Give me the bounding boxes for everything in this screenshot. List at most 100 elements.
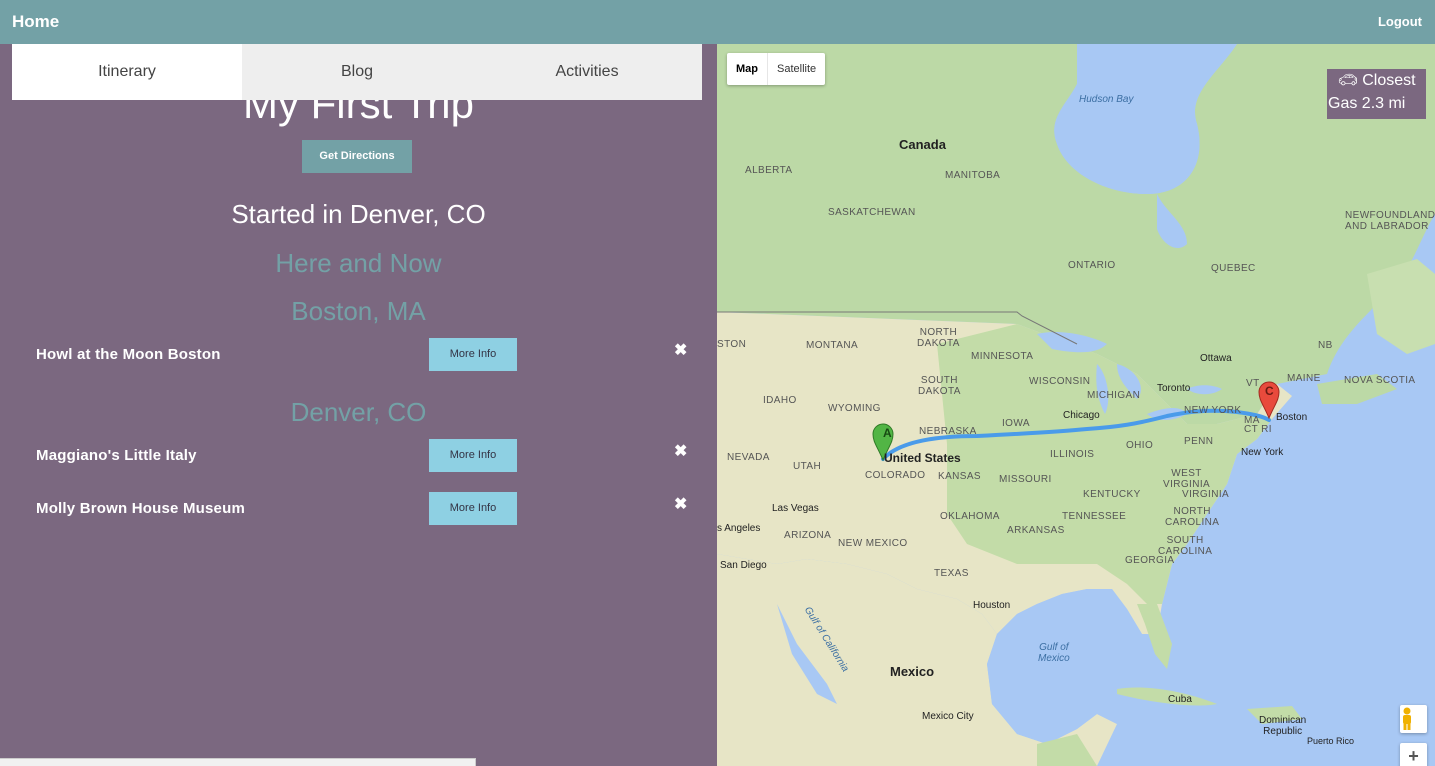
list-item: Maggiano's Little Italy More Info ✖: [0, 439, 717, 473]
map-label: WEST VIRGINIA: [1163, 468, 1211, 490]
city-heading-boston: Boston, MA: [291, 296, 426, 326]
map-label: VT: [1246, 378, 1260, 389]
map-label: NORTH CAROLINA: [1165, 506, 1220, 528]
get-directions-button[interactable]: Get Directions: [302, 140, 412, 173]
map-label: Las Vegas: [772, 503, 819, 514]
map-label: Mexico City: [922, 711, 974, 722]
map-label: MANITOBA: [945, 170, 1001, 181]
map-label: TENNESSEE: [1062, 511, 1127, 522]
map-label: QUEBEC: [1211, 263, 1256, 274]
tab-itinerary[interactable]: Itinerary: [12, 44, 242, 100]
map-label: ARKANSAS: [1007, 525, 1065, 536]
map-type-control: Map Satellite: [727, 53, 826, 85]
status-bar: [0, 758, 476, 766]
map-label: ILLINOIS: [1050, 449, 1095, 460]
map-label: COLORADO: [865, 470, 926, 481]
map-label: Boston: [1276, 412, 1308, 423]
map-label: SOUTH CAROLINA: [1158, 535, 1213, 557]
map-label: NEW YORK: [1184, 405, 1242, 416]
tab-blog[interactable]: Blog: [242, 44, 472, 100]
map-label: CT RI: [1244, 424, 1272, 435]
map-label: NEW MEXICO: [838, 538, 908, 549]
tab-activities[interactable]: Activities: [472, 44, 702, 100]
map-label: MISSOURI: [999, 474, 1052, 485]
map-label: TEXAS: [934, 568, 969, 579]
street-view-pegman-icon[interactable]: [1400, 705, 1427, 733]
map-label: WYOMING: [828, 403, 881, 414]
activity-name: Maggiano's Little Italy: [36, 447, 197, 464]
here-and-now-heading: Here and Now: [275, 248, 442, 278]
map-label: ARIZONA: [784, 530, 832, 541]
map-label: NORTH DAKOTA: [917, 327, 960, 349]
map-label: WISCONSIN: [1029, 376, 1091, 387]
city-heading-denver: Denver, CO: [290, 397, 427, 427]
map-label: Gulf of Mexico: [1038, 642, 1070, 664]
map-label: NEBRASKA: [919, 426, 977, 437]
map-label: Canada: [899, 137, 946, 152]
remove-icon[interactable]: ✖: [674, 340, 687, 360]
map-label: MINNESOTA: [971, 351, 1034, 362]
map-label: AND LABRADOR: [1345, 221, 1429, 232]
map-label: SOUTH DAKOTA: [918, 375, 961, 397]
map-label: IDAHO: [763, 395, 797, 406]
map-label: ONTARIO: [1068, 260, 1116, 271]
map-label: Toronto: [1157, 383, 1191, 394]
gas-distance: Gas 2.3 mi: [1328, 95, 1406, 112]
top-navbar: Home Logout: [0, 0, 1435, 44]
map-label: Houston: [973, 600, 1011, 611]
map-label: s Angeles: [717, 523, 761, 534]
map-label: New York: [1241, 447, 1284, 458]
map-label: Chicago: [1063, 410, 1100, 421]
itinerary-panel: My First Trip Itinerary Blog Activities …: [0, 44, 717, 766]
map-label: IOWA: [1002, 418, 1030, 429]
map-label: STON: [717, 339, 747, 350]
map-label: MAINE: [1287, 373, 1321, 384]
map-label: San Diego: [720, 560, 767, 571]
trip-start-heading: Started in Denver, CO: [231, 199, 486, 229]
map-label: NEWFOUNDLAND: [1345, 210, 1435, 221]
map-label: Dominican Republic: [1259, 715, 1307, 737]
end-marker-label: C: [1265, 384, 1275, 398]
remove-icon[interactable]: ✖: [674, 494, 687, 514]
activity-name: Molly Brown House Museum: [36, 500, 245, 517]
more-info-button[interactable]: More Info: [429, 338, 517, 371]
car-icon: 🚗︎: [1337, 72, 1358, 89]
more-info-button[interactable]: More Info: [429, 492, 517, 525]
map-label: ALBERTA: [745, 165, 793, 176]
tab-bar: Itinerary Blog Activities: [12, 44, 702, 100]
map-label: Hudson Bay: [1079, 94, 1134, 105]
map-label: GEORGIA: [1125, 555, 1175, 566]
map-land: [717, 44, 1435, 766]
map-label: MICHIGAN: [1087, 390, 1141, 401]
map-label: MONTANA: [806, 340, 859, 351]
map-label: NOVA SCOTIA: [1344, 375, 1416, 386]
map-label: OKLAHOMA: [940, 511, 1000, 522]
activity-name: Howl at the Moon Boston: [36, 346, 221, 363]
map-label: Mexico: [890, 664, 935, 679]
list-item: Molly Brown House Museum More Info ✖: [0, 492, 717, 526]
map-label: PENN: [1184, 436, 1214, 447]
map-type-map-button[interactable]: Map: [727, 53, 767, 85]
gas-label: Closest: [1362, 72, 1416, 89]
list-item: Howl at the Moon Boston More Info ✖: [0, 338, 717, 372]
more-info-button[interactable]: More Info: [429, 439, 517, 472]
map-label: NEVADA: [727, 452, 770, 463]
map-label: Puerto Rico: [1307, 736, 1355, 746]
map-label: OHIO: [1126, 440, 1154, 451]
home-link[interactable]: Home: [12, 12, 59, 32]
map-label: UTAH: [793, 461, 822, 472]
closest-gas-panel[interactable]: 🚗︎ Closest Gas 2.3 mi: [1327, 69, 1426, 119]
map-label: KENTUCKY: [1083, 489, 1141, 500]
remove-icon[interactable]: ✖: [674, 441, 687, 461]
logout-link[interactable]: Logout: [1378, 14, 1422, 29]
map-label: United States: [884, 451, 961, 465]
map-label: SASKATCHEWAN: [828, 207, 916, 218]
start-marker-label: A: [883, 426, 893, 440]
map-label: KANSAS: [938, 471, 981, 482]
map-label: VIRGINIA: [1182, 489, 1230, 500]
map-label: Cuba: [1168, 694, 1192, 705]
map-label: Ottawa: [1200, 353, 1232, 364]
route-map[interactable]: A C Hudson Bay Canada ALBERTA MANITOBA S…: [717, 44, 1435, 766]
map-type-satellite-button[interactable]: Satellite: [768, 53, 825, 85]
zoom-in-button[interactable]: +: [1400, 743, 1427, 766]
